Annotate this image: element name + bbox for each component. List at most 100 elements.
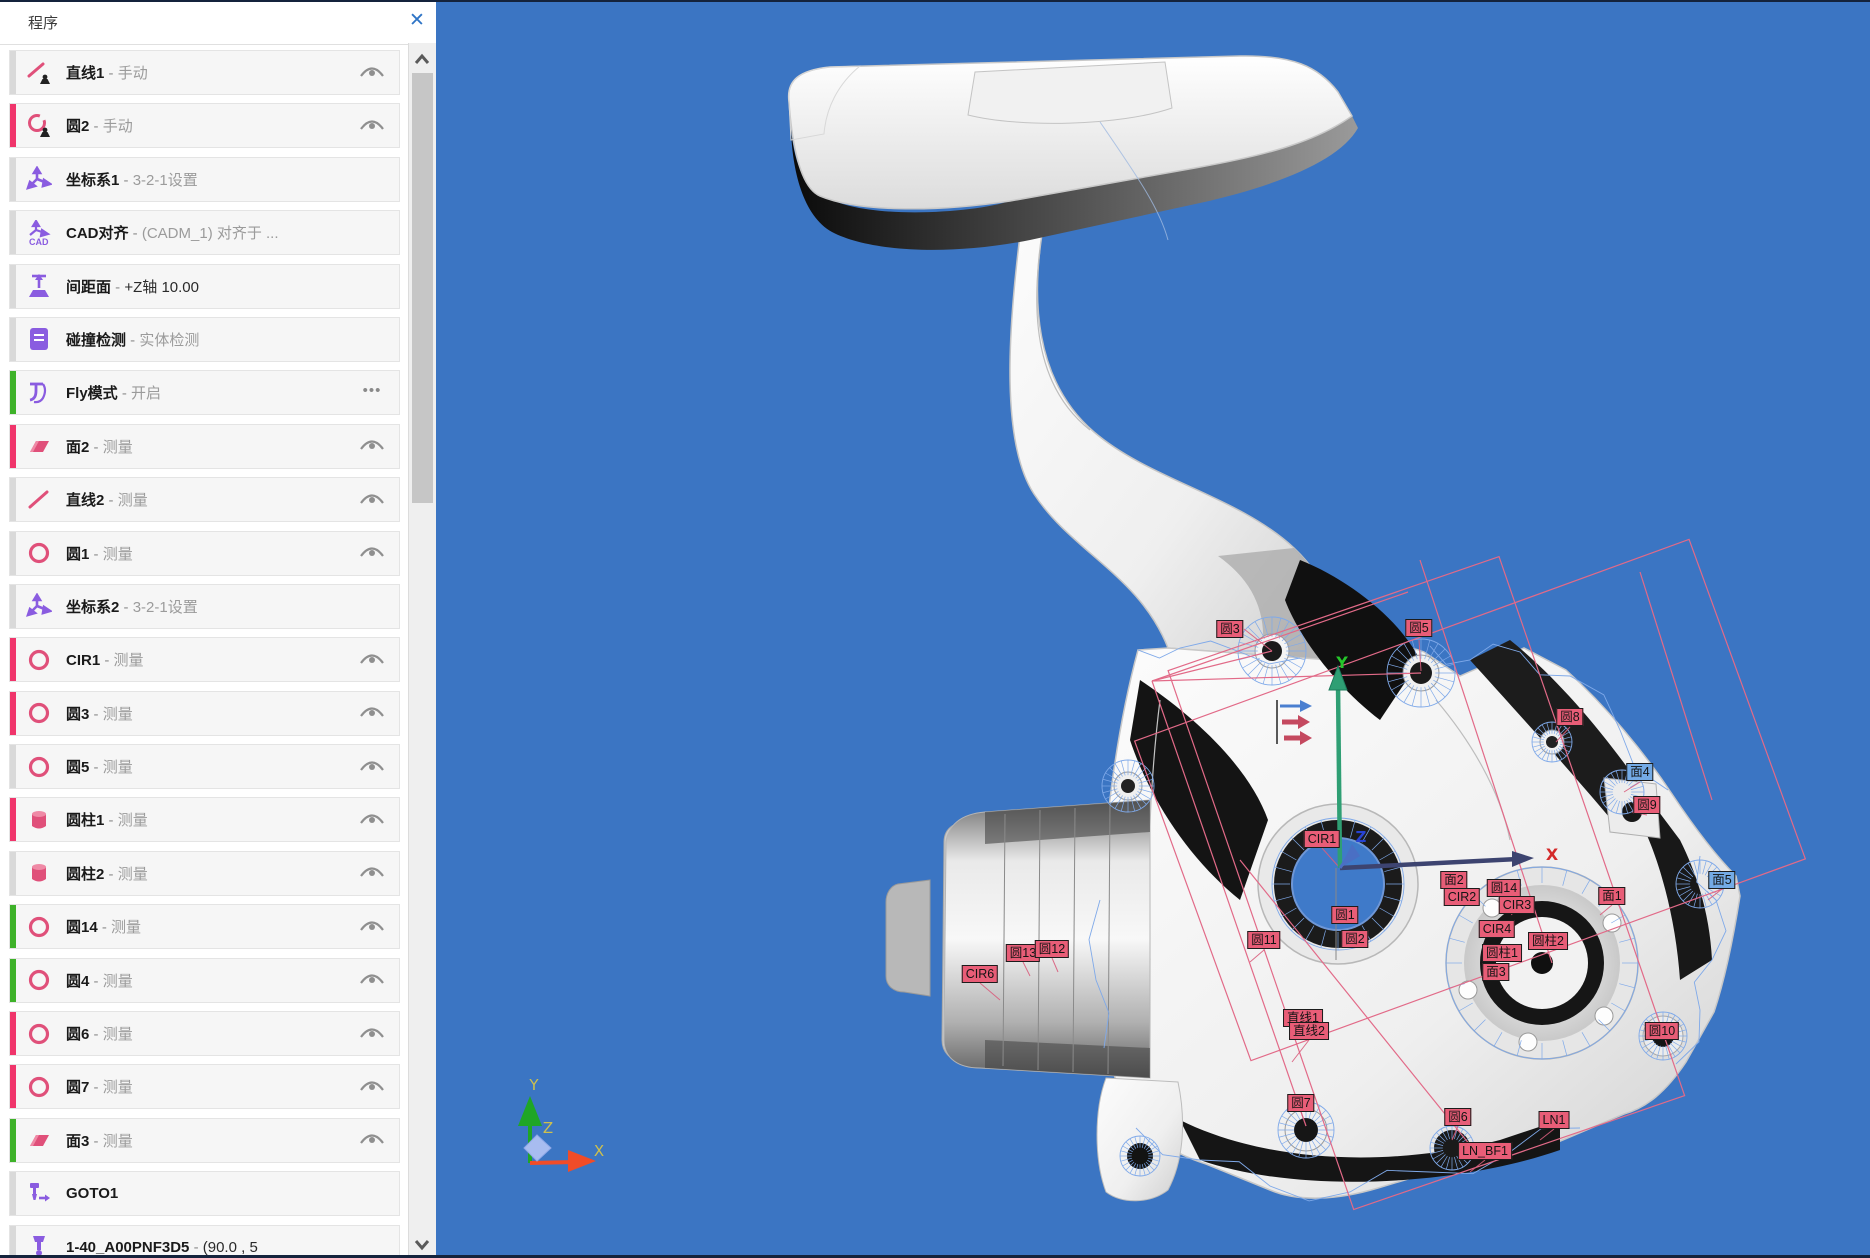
visibility-eye-icon[interactable] bbox=[359, 811, 385, 829]
scroll-up-icon[interactable] bbox=[414, 53, 430, 65]
visibility-eye-icon[interactable] bbox=[359, 117, 385, 135]
program-step-Fly模式[interactable]: Fly模式 - 开启••• bbox=[9, 370, 400, 415]
feature-label-圆柱2[interactable]: 圆柱2 bbox=[1528, 932, 1568, 950]
feature-label-面3[interactable]: 面3 bbox=[1482, 963, 1509, 981]
feature-label-圆9[interactable]: 圆9 bbox=[1633, 796, 1660, 814]
step-detail: (CADM_1) 对齐于 ... bbox=[142, 225, 279, 242]
circle-icon bbox=[26, 647, 52, 673]
scrollbar-thumb[interactable] bbox=[412, 73, 433, 503]
step-status-bar bbox=[10, 852, 16, 895]
csys-icon bbox=[26, 166, 52, 192]
feature-label-CIR6[interactable]: CIR6 bbox=[962, 965, 998, 983]
feature-label-圆2[interactable]: 圆2 bbox=[1341, 930, 1368, 948]
feature-label-CIR4[interactable]: CIR4 bbox=[1479, 920, 1515, 938]
visibility-eye-icon[interactable] bbox=[359, 918, 385, 936]
visibility-eye-icon[interactable] bbox=[359, 704, 385, 722]
step-detail: 测量 bbox=[103, 1133, 133, 1150]
part-handle bbox=[789, 56, 1358, 250]
program-step-间距面[interactable]: 间距面 - +Z轴 10.00 bbox=[9, 264, 400, 309]
program-step-圆柱1[interactable]: 圆柱1 - 测量 bbox=[9, 797, 400, 842]
feature-label-圆11[interactable]: 圆11 bbox=[1247, 931, 1280, 949]
program-step-CIR1[interactable]: CIR1 - 测量 bbox=[9, 637, 400, 682]
step-label: 圆3 bbox=[66, 706, 89, 723]
step-label: CAD对齐 bbox=[66, 225, 129, 242]
program-step-坐标系2[interactable]: 坐标系2 - 3-2-1设置 bbox=[9, 584, 400, 629]
visibility-eye-icon[interactable] bbox=[359, 491, 385, 509]
feature-label-圆12[interactable]: 圆12 bbox=[1035, 940, 1069, 958]
visibility-eye-icon[interactable] bbox=[359, 64, 385, 82]
sidebar-scrollbar[interactable] bbox=[408, 43, 436, 1255]
program-step-1-40_A00PNF3D5[interactable]: 1-40_A00PNF3D5 - (90.0 , 5 bbox=[9, 1225, 400, 1255]
feature-label-圆7[interactable]: 圆7 bbox=[1287, 1094, 1314, 1112]
feature-label-CIR2[interactable]: CIR2 bbox=[1444, 888, 1480, 906]
step-detail: 测量 bbox=[103, 973, 133, 990]
program-panel-header: 程序 bbox=[0, 2, 408, 45]
program-step-碰撞检测[interactable]: 碰撞检测 - 实体检测 bbox=[9, 317, 400, 362]
visibility-eye-icon[interactable] bbox=[359, 1131, 385, 1149]
program-step-坐标系1[interactable]: 坐标系1 - 3-2-1设置 bbox=[9, 157, 400, 202]
step-status-bar bbox=[10, 692, 16, 735]
svg-text:X: X bbox=[1546, 845, 1559, 864]
svg-text:X: X bbox=[594, 1142, 604, 1160]
feature-label-LN1[interactable]: LN1 bbox=[1539, 1111, 1570, 1129]
visibility-eye-icon[interactable] bbox=[359, 864, 385, 882]
feature-label-圆3[interactable]: 圆3 bbox=[1216, 620, 1243, 638]
program-step-圆3[interactable]: 圆3 - 测量 bbox=[9, 691, 400, 736]
program-step-面2[interactable]: 面2 - 测量 bbox=[9, 424, 400, 469]
more-options-icon[interactable]: ••• bbox=[359, 384, 385, 402]
fly-mode-icon bbox=[26, 380, 52, 406]
program-step-面3[interactable]: 面3 - 测量 bbox=[9, 1118, 400, 1163]
feature-label-面4[interactable]: 面4 bbox=[1626, 763, 1653, 781]
program-step-圆6[interactable]: 圆6 - 测量 bbox=[9, 1011, 400, 1056]
program-step-GOTO1[interactable]: GOTO1 bbox=[9, 1171, 400, 1216]
step-label: 间距面 bbox=[66, 279, 111, 296]
visibility-eye-icon[interactable] bbox=[359, 1078, 385, 1096]
program-step-圆14[interactable]: 圆14 - 测量 bbox=[9, 904, 400, 949]
feature-label-CIR1[interactable]: CIR1 bbox=[1304, 830, 1340, 848]
program-step-圆5[interactable]: 圆5 - 测量 bbox=[9, 744, 400, 789]
probe-icon bbox=[26, 1234, 52, 1255]
feature-label-圆10[interactable]: 圆10 bbox=[1645, 1022, 1679, 1040]
feature-label-面5[interactable]: 面5 bbox=[1708, 871, 1735, 889]
program-step-圆7[interactable]: 圆7 - 测量 bbox=[9, 1064, 400, 1109]
visibility-eye-icon[interactable] bbox=[359, 971, 385, 989]
visibility-eye-icon[interactable] bbox=[359, 758, 385, 776]
feature-label-CIR3[interactable]: CIR3 bbox=[1499, 896, 1535, 914]
step-detail: 3-2-1设置 bbox=[133, 599, 198, 616]
program-step-圆4[interactable]: 圆4 - 测量 bbox=[9, 958, 400, 1003]
visibility-eye-icon[interactable] bbox=[359, 544, 385, 562]
step-label: GOTO1 bbox=[66, 1185, 118, 1202]
visibility-eye-icon[interactable] bbox=[359, 1025, 385, 1043]
circle-icon bbox=[26, 1074, 52, 1100]
feature-label-圆6[interactable]: 圆6 bbox=[1444, 1108, 1471, 1126]
feature-label-直线2[interactable]: 直线2 bbox=[1289, 1022, 1329, 1040]
step-detail: 手动 bbox=[103, 118, 133, 135]
feature-label-圆8[interactable]: 圆8 bbox=[1556, 708, 1583, 726]
3d-viewport[interactable]: Y X Z Y Z X 圆3圆5圆8面4圆9CIR1面2圆14CIR2CIR3面… bbox=[436, 2, 1870, 1255]
feature-label-圆5[interactable]: 圆5 bbox=[1405, 619, 1432, 637]
program-step-直线1[interactable]: 直线1 - 手动 bbox=[9, 50, 400, 95]
step-detail: 测量 bbox=[118, 812, 148, 829]
scroll-down-icon[interactable] bbox=[414, 1239, 430, 1251]
program-step-圆1[interactable]: 圆1 - 测量 bbox=[9, 531, 400, 576]
plane-icon bbox=[26, 433, 52, 459]
program-step-CAD对齐[interactable]: CADCAD对齐 - (CADM_1) 对齐于 ... bbox=[9, 210, 400, 255]
step-label: CIR1 bbox=[66, 652, 100, 669]
close-icon[interactable]: ✕ bbox=[404, 8, 430, 34]
feature-label-面2[interactable]: 面2 bbox=[1440, 871, 1467, 889]
step-label: 坐标系2 bbox=[66, 599, 119, 616]
visibility-eye-icon[interactable] bbox=[359, 651, 385, 669]
step-detail: 测量 bbox=[103, 706, 133, 723]
program-step-直线2[interactable]: 直线2 - 测量 bbox=[9, 477, 400, 522]
visibility-eye-icon[interactable] bbox=[359, 437, 385, 455]
feature-label-圆14[interactable]: 圆14 bbox=[1487, 879, 1521, 897]
program-step-圆柱2[interactable]: 圆柱2 - 测量 bbox=[9, 851, 400, 896]
step-label: 圆6 bbox=[66, 1026, 89, 1043]
feature-label-圆柱1[interactable]: 圆柱1 bbox=[1482, 944, 1522, 962]
feature-label-面1[interactable]: 面1 bbox=[1598, 887, 1625, 905]
step-detail: 测量 bbox=[111, 919, 141, 936]
feature-label-圆1[interactable]: 圆1 bbox=[1331, 906, 1358, 924]
feature-label-LN_BF1[interactable]: LN_BF1 bbox=[1458, 1142, 1512, 1160]
step-status-bar bbox=[10, 1065, 16, 1108]
program-step-圆2[interactable]: 圆2 - 手动 bbox=[9, 103, 400, 148]
